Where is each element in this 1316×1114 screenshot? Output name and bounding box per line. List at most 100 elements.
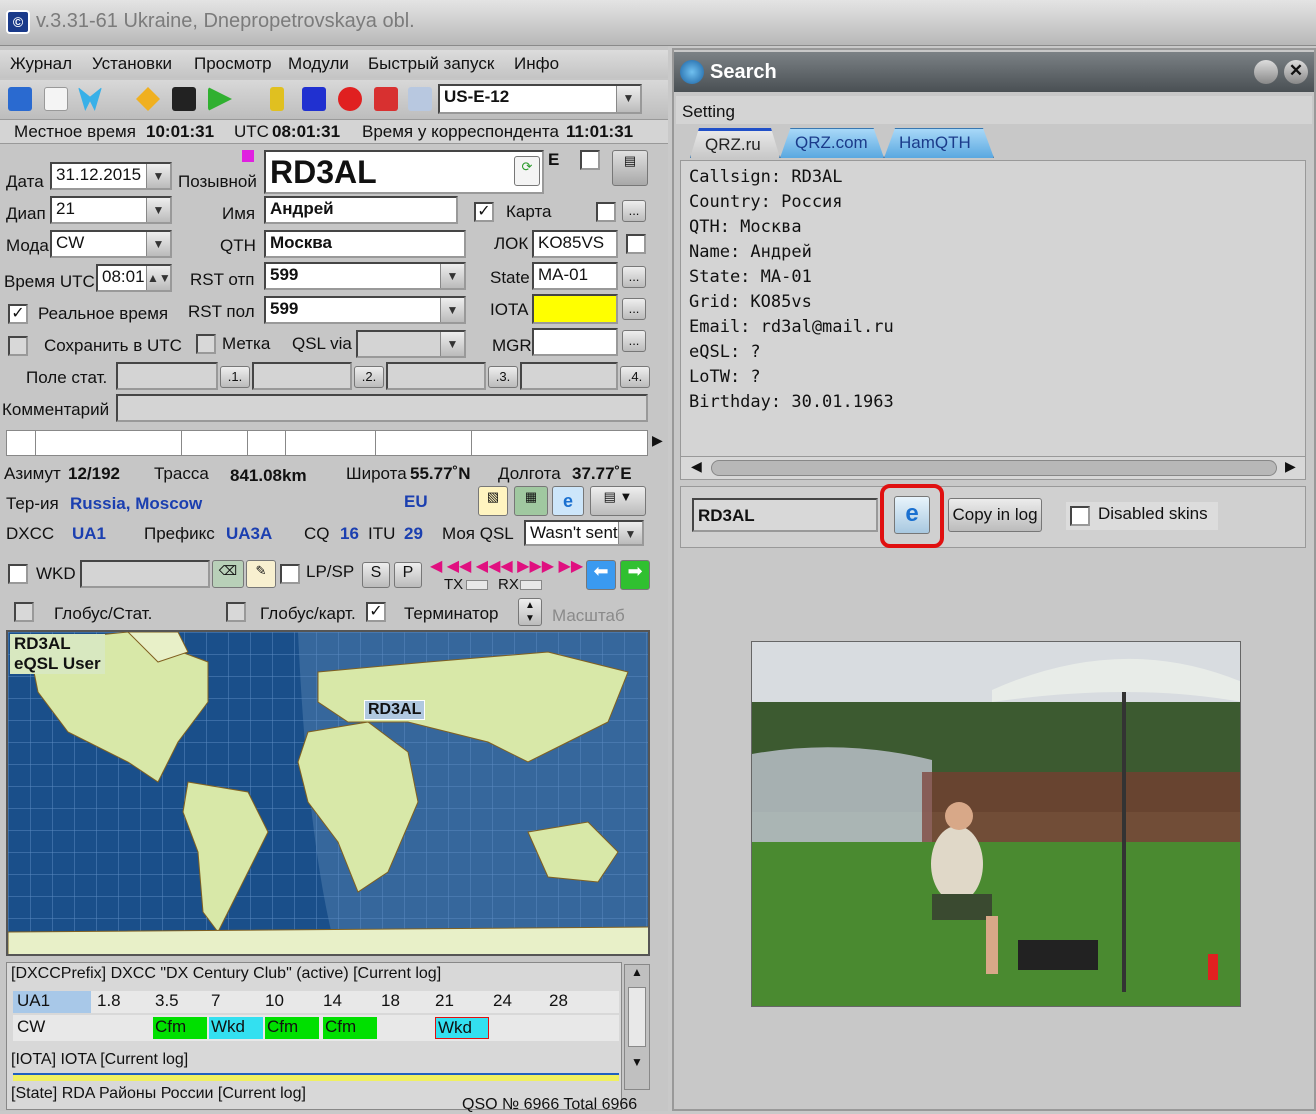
map-more-button[interactable]: ... bbox=[622, 200, 646, 222]
scale-spinner[interactable]: ▲ ▼ bbox=[518, 598, 542, 626]
mark-checkbox[interactable] bbox=[196, 334, 216, 354]
callsign-input[interactable]: RD3AL bbox=[264, 150, 544, 194]
status-cell-wkd[interactable]: Wkd bbox=[209, 1017, 263, 1039]
station-select[interactable]: US-E-12 ▼ bbox=[438, 84, 642, 114]
play-icon[interactable] bbox=[208, 87, 232, 111]
chevron-right-icon[interactable]: ▶ bbox=[652, 432, 668, 454]
result-hscrollbar[interactable]: ◀ ▶ bbox=[680, 456, 1306, 480]
rewind-icons[interactable]: ◀ ◀◀ ◀◀◀ ▶▶▶ ▶▶ ▶ bbox=[430, 556, 600, 576]
scroll-thumb[interactable] bbox=[711, 460, 1277, 476]
browser-icon[interactable]: e bbox=[894, 496, 930, 534]
status-cell-cfm[interactable]: Cfm bbox=[323, 1017, 377, 1039]
list-dropdown-icon[interactable]: ▤ ▼ bbox=[590, 486, 646, 516]
qsl-via-select[interactable]: ▼ bbox=[356, 330, 466, 358]
menu-quick-launch[interactable]: Быстрый запуск bbox=[368, 54, 494, 74]
antenna-icon[interactable] bbox=[408, 87, 432, 111]
lpsp-checkbox[interactable] bbox=[280, 564, 300, 584]
record-icon[interactable] bbox=[338, 87, 362, 111]
butterfly-icon[interactable] bbox=[78, 87, 102, 111]
map-icon[interactable]: ▦ bbox=[514, 486, 548, 516]
iota-more-button[interactable]: ... bbox=[622, 298, 646, 320]
save-utc-checkbox[interactable] bbox=[8, 336, 28, 356]
mode-select[interactable]: CW ▼ bbox=[50, 230, 172, 258]
status-cell-cfm[interactable]: Cfm bbox=[153, 1017, 207, 1039]
utc-time-spinner[interactable]: 08:01 ▲▼ bbox=[96, 264, 172, 292]
clear-icon[interactable]: ⌫ bbox=[212, 560, 244, 588]
realtime-checkbox[interactable]: ✓ bbox=[8, 304, 28, 324]
qsl-card-icon[interactable]: ▤ bbox=[612, 150, 648, 186]
chevron-up-icon[interactable]: ▲ bbox=[625, 965, 649, 979]
wkd-input[interactable] bbox=[80, 560, 210, 588]
scroll-thumb[interactable] bbox=[628, 987, 646, 1047]
pole-button-4[interactable]: .4. bbox=[620, 366, 650, 388]
rst-sent-select[interactable]: 599 ▼ bbox=[264, 262, 466, 290]
comment-input[interactable] bbox=[116, 394, 648, 422]
s-button[interactable]: S bbox=[362, 562, 390, 588]
rst-rcvd-select[interactable]: 599 ▼ bbox=[264, 296, 466, 324]
menu-journal[interactable]: Журнал bbox=[10, 54, 72, 74]
stop-record-icon[interactable] bbox=[374, 87, 398, 111]
state-more-button[interactable]: ... bbox=[622, 266, 646, 288]
band-select[interactable]: 21 ▼ bbox=[50, 196, 172, 224]
arrow-right-icon[interactable]: ➡ bbox=[620, 560, 650, 590]
disabled-skins-checkbox[interactable] bbox=[1070, 506, 1090, 526]
pole-field-1[interactable] bbox=[116, 362, 218, 390]
arrow-left-icon[interactable]: ⬅ bbox=[586, 560, 616, 590]
new-file-icon[interactable] bbox=[44, 87, 68, 111]
copy-in-log-button[interactable]: Copy in log bbox=[948, 498, 1042, 532]
globe-map-checkbox[interactable] bbox=[226, 602, 246, 622]
search-query-input[interactable]: RD3AL bbox=[692, 498, 878, 532]
name-input[interactable]: Андрей bbox=[264, 196, 458, 224]
menu-modules[interactable]: Модули bbox=[288, 54, 349, 74]
refresh-icon[interactable]: ⟳ bbox=[514, 156, 540, 186]
disk-icon[interactable] bbox=[172, 87, 196, 111]
close-icon[interactable]: ✕ bbox=[1284, 60, 1308, 84]
pole-field-3[interactable] bbox=[386, 362, 486, 390]
copy-icon[interactable]: ▧ bbox=[478, 486, 508, 516]
minimize-icon[interactable] bbox=[1254, 60, 1278, 84]
iota-input[interactable] bbox=[532, 294, 618, 324]
menu-info[interactable]: Инфо bbox=[514, 54, 559, 74]
map-checkbox[interactable]: ✓ bbox=[474, 202, 494, 222]
pole-button-1[interactable]: .1. bbox=[220, 366, 250, 388]
date-field[interactable]: 31.12.2015 ▼ bbox=[50, 162, 172, 190]
pole-field-4[interactable] bbox=[520, 362, 618, 390]
tab-qrz-ru[interactable]: QRZ.ru bbox=[690, 128, 780, 158]
map-option-checkbox[interactable] bbox=[596, 202, 616, 222]
pause-icon[interactable] bbox=[270, 87, 284, 111]
brush-icon[interactable]: ✎ bbox=[246, 560, 276, 588]
loc-checkbox[interactable] bbox=[626, 234, 646, 254]
terminator-checkbox[interactable]: ✓ bbox=[366, 602, 386, 622]
search-result-text[interactable]: Callsign: RD3AL Country: Россия QTH: Мос… bbox=[680, 160, 1306, 458]
qth-input[interactable]: Москва bbox=[264, 230, 466, 258]
status-cell-wkd[interactable]: Wkd bbox=[435, 1017, 489, 1039]
setting-label[interactable]: Setting bbox=[682, 102, 735, 122]
stop-icon[interactable] bbox=[302, 87, 326, 111]
myqsl-select[interactable]: Wasn't sent ▼ bbox=[524, 520, 644, 546]
mgr-input[interactable] bbox=[532, 328, 618, 356]
pole-button-3[interactable]: .3. bbox=[488, 366, 518, 388]
status-cell-cfm[interactable]: Cfm bbox=[265, 1017, 319, 1039]
pole-button-2[interactable]: .2. bbox=[354, 366, 384, 388]
save-icon[interactable] bbox=[8, 87, 32, 111]
browser-icon[interactable]: e bbox=[552, 486, 584, 516]
tab-qrz-com[interactable]: QRZ.com bbox=[780, 128, 884, 158]
wkd-checkbox[interactable] bbox=[8, 564, 28, 584]
e-checkbox[interactable] bbox=[580, 150, 600, 170]
chevron-left-icon[interactable]: ◀ bbox=[691, 458, 702, 475]
sync-icon[interactable] bbox=[136, 87, 160, 111]
map-station-marker[interactable]: RD3AL bbox=[364, 700, 426, 720]
chevron-down-icon[interactable]: ▼ bbox=[625, 1055, 649, 1069]
pole-field-2[interactable] bbox=[252, 362, 352, 390]
state-input[interactable]: MA-01 bbox=[532, 262, 618, 290]
tab-hamqth[interactable]: HamQTH bbox=[884, 128, 994, 158]
loc-input[interactable]: KO85VS bbox=[532, 230, 618, 258]
globe-stat-checkbox[interactable] bbox=[14, 602, 34, 622]
world-map[interactable]: RD3AL eQSL User RD3AL bbox=[6, 630, 650, 956]
chevron-right-icon[interactable]: ▶ bbox=[1285, 458, 1296, 475]
dxcc-scrollbar[interactable]: ▲ ▼ bbox=[624, 964, 650, 1090]
menu-settings[interactable]: Установки bbox=[92, 54, 172, 74]
mgr-more-button[interactable]: ... bbox=[622, 330, 646, 352]
p-button[interactable]: P bbox=[394, 562, 422, 588]
menu-view[interactable]: Просмотр bbox=[194, 54, 272, 74]
